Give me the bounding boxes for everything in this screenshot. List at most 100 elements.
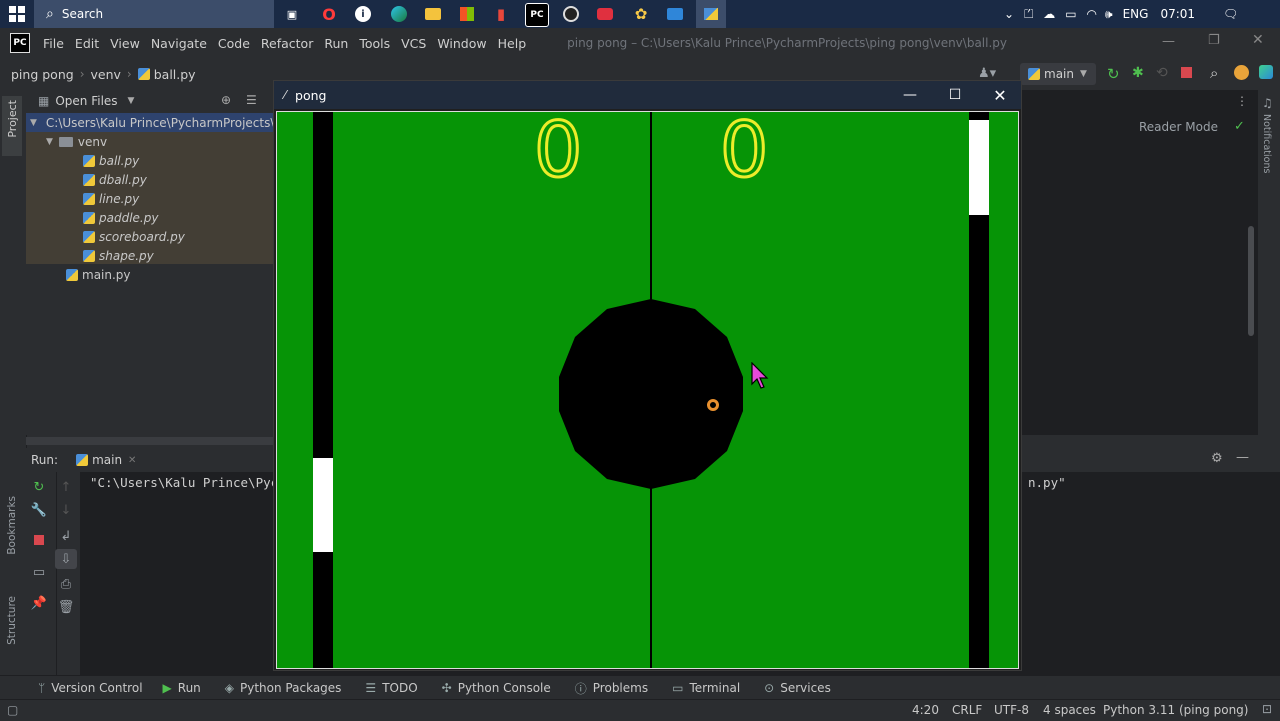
usb-icon[interactable]: ⏍	[1024, 7, 1033, 22]
tree-file[interactable]: scoreboard.py	[83, 227, 185, 246]
lock-icon[interactable]: ⊡	[1262, 702, 1272, 716]
structure-tool-button[interactable]: Structure	[4, 596, 22, 666]
obs-icon[interactable]	[560, 3, 582, 25]
python-packages-tab[interactable]: ◈ Python Packages	[225, 681, 342, 695]
todo-tab[interactable]: ☰ TODO	[365, 681, 417, 695]
breadcrumb-file[interactable]: ball.py	[154, 67, 196, 82]
caret-position[interactable]: 4:20	[912, 703, 939, 717]
breadcrumb-folder[interactable]: venv	[91, 67, 121, 82]
bookmarks-tool-button[interactable]: Bookmarks	[4, 496, 22, 576]
recorder-icon[interactable]	[594, 3, 616, 25]
project-view-label[interactable]: Open Files	[55, 94, 117, 108]
problems-tab[interactable]: ⓘ Problems	[575, 680, 648, 697]
tree-file[interactable]: line.py	[83, 189, 139, 208]
volume-icon[interactable]: 🕪	[1105, 7, 1113, 22]
run-tab[interactable]: ▶ Run	[163, 681, 201, 695]
office-icon[interactable]: ▮	[490, 3, 512, 25]
hide-panel-icon[interactable]: —	[1236, 450, 1249, 465]
menu-navigate[interactable]: Navigate	[151, 36, 207, 51]
menu-run[interactable]: Run	[324, 36, 348, 51]
tree-file[interactable]: shape.py	[83, 246, 154, 265]
version-control-tab[interactable]: ᛘ Version Control	[38, 681, 143, 695]
vertical-scrollbar[interactable]	[1248, 226, 1254, 336]
horizontal-scrollbar[interactable]	[26, 437, 276, 445]
pin-icon[interactable]: 📌	[31, 596, 47, 611]
bell-icon[interactable]: ♫	[1262, 96, 1273, 110]
chevron-down-icon[interactable]: ▼	[128, 96, 135, 106]
run-config-selector[interactable]: main ▼	[1020, 63, 1096, 85]
notifications-tool-label[interactable]: Notifications	[1261, 114, 1272, 173]
tree-root-folder[interactable]: ▼ C:\Users\Kalu Prince\PycharmProjects\p…	[26, 113, 335, 132]
battery-icon[interactable]: ▭	[1065, 7, 1076, 21]
rerun-icon[interactable]: ↻	[1107, 65, 1120, 83]
app-i-icon[interactable]: i	[352, 3, 374, 25]
menu-refactor[interactable]: Refactor	[261, 36, 313, 51]
menu-window[interactable]: Window	[437, 36, 486, 51]
menu-code[interactable]: Code	[218, 36, 250, 51]
tree-file[interactable]: ball.py	[83, 151, 139, 170]
soft-wrap-icon[interactable]: ↲	[59, 529, 73, 544]
language-indicator[interactable]: ENG	[1123, 7, 1149, 21]
menu-vcs[interactable]: VCS	[401, 36, 426, 51]
collapse-all-icon[interactable]: ☰	[246, 93, 257, 107]
chevron-up-icon[interactable]: ⌄	[1004, 7, 1014, 21]
file-encoding[interactable]: UTF-8	[994, 703, 1029, 717]
run-tab-main[interactable]: main	[92, 453, 122, 467]
tree-file[interactable]: paddle.py	[83, 208, 158, 227]
store-icon[interactable]	[456, 3, 478, 25]
taskbar-search-box[interactable]: ⌕ Search	[34, 0, 274, 28]
toggle-tool-windows-icon[interactable]: ▢	[7, 703, 18, 717]
editor-area[interactable]: ⋮ Reader Mode ✓	[1022, 90, 1258, 435]
debug-icon[interactable]: ✱	[1132, 65, 1144, 81]
menu-tools[interactable]: Tools	[359, 36, 390, 51]
ide-minimize-icon[interactable]: —	[1162, 34, 1175, 49]
tree-folder-venv[interactable]: ▼ venv	[46, 132, 107, 151]
locate-icon[interactable]: ⊕	[221, 93, 231, 107]
updates-icon[interactable]	[1234, 65, 1249, 80]
rerun-icon[interactable]: ↻	[32, 480, 46, 495]
windows-start-icon[interactable]	[0, 0, 34, 28]
search-everywhere-icon[interactable]: ⌕	[1210, 64, 1218, 82]
maximize-icon[interactable]: ☐	[932, 81, 978, 109]
stop-run-icon[interactable]	[32, 533, 46, 547]
trash-icon[interactable]: 🗑	[58, 600, 75, 615]
tree-file[interactable]: dball.py	[83, 170, 147, 189]
coverage-icon[interactable]: ⟲	[1156, 65, 1168, 81]
photos-icon[interactable]: ✿	[630, 3, 652, 25]
close-icon[interactable]: ✕	[977, 81, 1023, 109]
reader-mode-label[interactable]: Reader Mode	[1139, 120, 1218, 134]
settings-gear-icon[interactable]: ⚙	[1211, 451, 1223, 466]
menu-file[interactable]: File	[43, 36, 64, 51]
mail-icon[interactable]	[664, 3, 686, 25]
cloud-icon[interactable]: ☁	[1043, 7, 1055, 21]
pycharm-icon[interactable]: PC	[525, 3, 549, 27]
minimize-icon[interactable]: —	[887, 81, 933, 109]
file-explorer-icon[interactable]	[422, 3, 444, 25]
indent-setting[interactable]: 4 spaces	[1043, 703, 1096, 717]
python-idle-icon[interactable]	[696, 0, 726, 28]
arrow-up-icon[interactable]: ↑	[59, 480, 73, 495]
ide-close-icon[interactable]: ✕	[1252, 32, 1264, 48]
tree-file[interactable]: main.py	[66, 265, 131, 284]
close-tab-icon[interactable]: ✕	[128, 455, 136, 466]
opera-icon[interactable]: O	[318, 3, 340, 25]
wrench-icon[interactable]: 🔧	[31, 503, 47, 518]
game-canvas[interactable]: 0 0	[276, 111, 1019, 669]
menu-view[interactable]: View	[110, 36, 140, 51]
wifi-icon[interactable]: ◠	[1087, 7, 1097, 21]
ide-restore-icon[interactable]: ❐	[1208, 33, 1220, 48]
arrow-down-icon[interactable]: ↓	[59, 503, 73, 518]
menu-edit[interactable]: Edit	[75, 36, 99, 51]
user-icon[interactable]: ♟▾	[978, 66, 996, 81]
terminal-tab[interactable]: ▭ Terminal	[672, 681, 740, 695]
services-tab[interactable]: ⊙ Services	[764, 681, 831, 695]
project-tool-button[interactable]: Project	[2, 96, 22, 156]
python-interpreter[interactable]: Python 3.11 (ping pong)	[1103, 703, 1248, 717]
clock[interactable]: 07:01	[1160, 7, 1195, 21]
line-separator[interactable]: CRLF	[952, 703, 982, 717]
more-options-icon[interactable]: ⋮	[1236, 94, 1248, 108]
breadcrumb-project[interactable]: ping pong	[11, 67, 74, 82]
pong-titlebar[interactable]: ⁄ pong — ☐ ✕	[274, 81, 1021, 109]
edge-icon[interactable]	[388, 3, 410, 25]
taskview-icon[interactable]: ▣	[281, 3, 303, 25]
